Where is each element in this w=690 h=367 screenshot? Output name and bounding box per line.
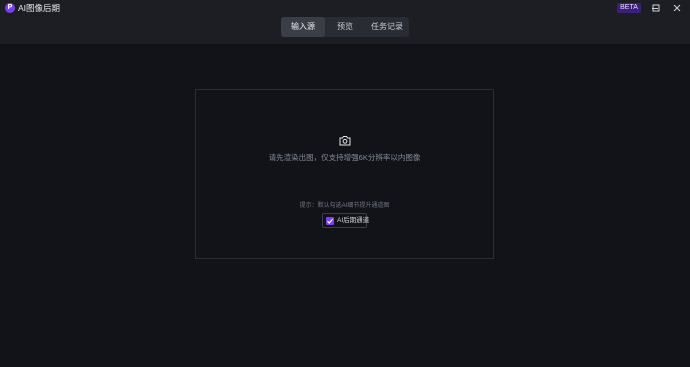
camera-icon[interactable] (339, 133, 351, 146)
upload-dropzone[interactable] (195, 89, 494, 259)
app-logo-icon: P (5, 3, 15, 13)
tip-text: 提示：默认勾选AI细节提升通道图 (299, 203, 390, 209)
app-title: AI图像后期 (18, 3, 61, 13)
maximize-icon (652, 4, 660, 12)
title-bar: P AI图像后期 输入源 预览 任务记录 BETA (0, 0, 690, 44)
maximize-button[interactable] (649, 2, 663, 14)
tab-task-history[interactable]: 任务记录 (365, 17, 409, 37)
tab-input-source[interactable]: 输入源 (281, 17, 325, 37)
close-button[interactable] (670, 2, 684, 14)
checkbox-checked-icon (326, 217, 334, 225)
tab-bar: 输入源 预览 任务记录 (281, 17, 409, 37)
beta-badge: BETA (617, 3, 641, 13)
ai-post-channel-checkbox[interactable]: AI后期通道 (322, 213, 370, 228)
upload-hint-text: 请先渲染出图，仅支持增强6K分辨率以内图像 (268, 153, 421, 162)
close-icon (673, 4, 681, 12)
tab-preview[interactable]: 预览 (325, 17, 365, 37)
checkbox-label: AI后期通道 (337, 217, 370, 224)
